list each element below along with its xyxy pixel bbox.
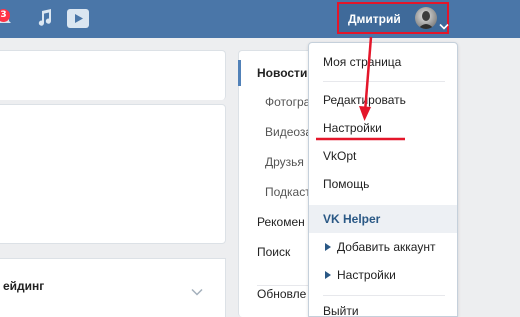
menu-item-helper-settings-label: Настройки (337, 268, 396, 282)
header-bar: 3 Дмитрий (0, 0, 520, 38)
chevron-down-icon[interactable] (191, 281, 203, 296)
bell-icon[interactable]: 3 (0, 8, 14, 28)
menu-divider (323, 295, 445, 296)
menu-item-helper-settings[interactable]: Настройки (325, 268, 396, 282)
menu-item-add-account[interactable]: Добавить аккаунт (325, 240, 435, 254)
nav-active-indicator (238, 60, 241, 86)
nav-item-friends[interactable]: Друзья (265, 155, 304, 169)
menu-item-edit[interactable]: Редактировать (323, 93, 406, 107)
menu-divider (323, 81, 445, 82)
nav-item-news[interactable]: Новости (257, 66, 307, 80)
play-icon[interactable] (67, 9, 89, 28)
nav-item-recommendations[interactable]: Рекомен (257, 215, 305, 229)
triangle-right-icon (325, 270, 331, 279)
menu-item-settings[interactable]: Настройки (323, 121, 382, 135)
nav-item-videos[interactable]: Видеоза (265, 125, 312, 139)
nav-item-updates[interactable]: Обновле (257, 287, 306, 301)
nav-item-podcasts[interactable]: Подкаст (265, 185, 311, 199)
music-icon[interactable] (37, 9, 53, 27)
menu-item-help[interactable]: Помощь (323, 177, 369, 191)
user-menu-button[interactable]: Дмитрий (337, 2, 449, 34)
nav-item-search[interactable]: Поиск (257, 245, 290, 259)
nav-item-photos[interactable]: Фотогра (265, 95, 310, 109)
avatar (415, 7, 437, 29)
menu-item-my-page[interactable]: Моя страница (323, 55, 401, 69)
content-block-middle (0, 104, 226, 244)
rating-heading: ейдинг (3, 279, 45, 293)
user-name: Дмитрий (348, 12, 401, 26)
triangle-right-icon (325, 242, 331, 251)
menu-item-logout[interactable]: Выйти (323, 304, 359, 316)
menu-item-add-account-label: Добавить аккаунт (337, 240, 436, 254)
profile-dropdown-menu: Моя страница Редактировать Настройки VkO… (308, 42, 458, 317)
chevron-down-icon (439, 15, 449, 30)
menu-item-vkopt[interactable]: VkOpt (323, 149, 356, 163)
menu-section-vk-helper[interactable]: VK Helper (323, 212, 380, 226)
content-block-top (0, 50, 226, 100)
